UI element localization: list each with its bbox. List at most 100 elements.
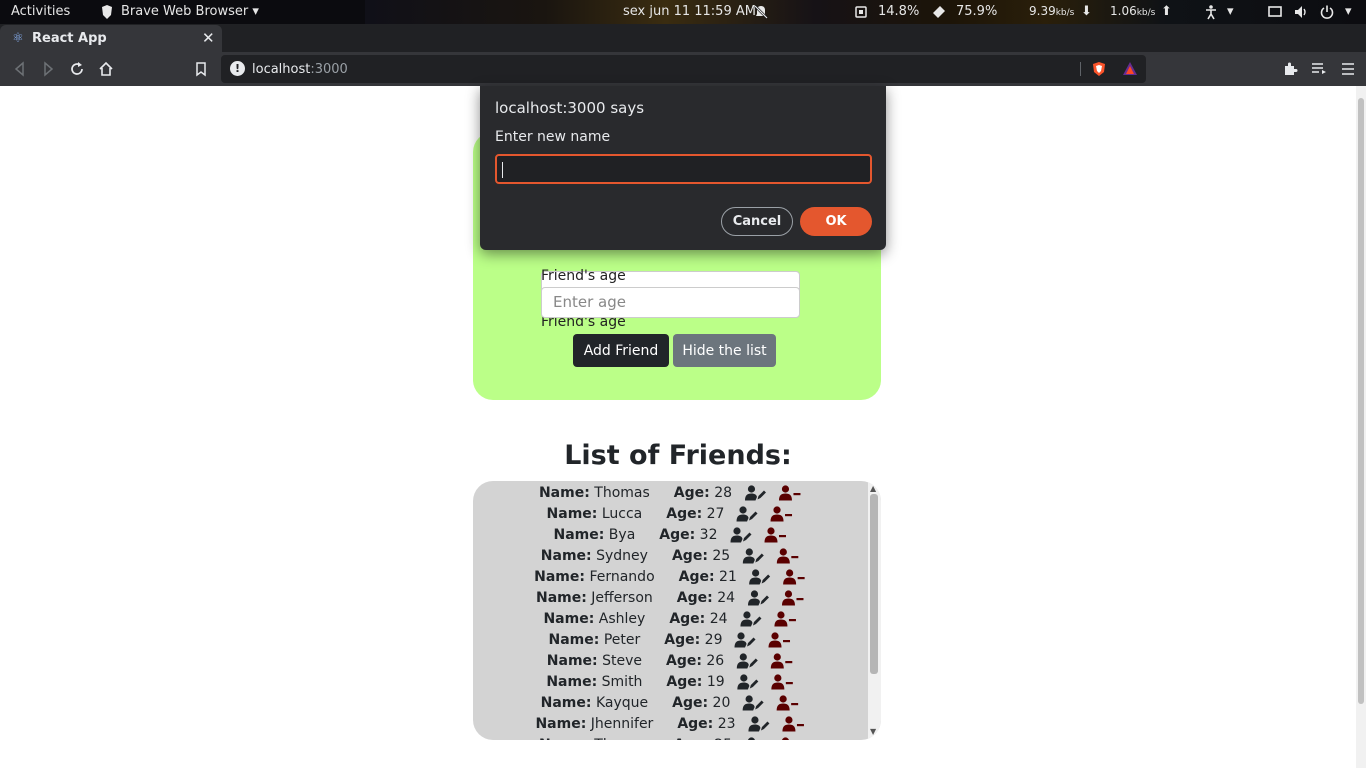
user-edit-icon[interactable] — [742, 548, 764, 564]
friend-age: Age: 28 — [674, 485, 732, 501]
browser-menu-icon[interactable] — [1339, 60, 1357, 78]
download-unit: kb/s — [1055, 8, 1075, 18]
scroll-down-icon[interactable]: ▼ — [870, 727, 876, 736]
user-edit-icon[interactable] — [742, 695, 764, 711]
brave-logo-icon — [99, 4, 115, 20]
ok-button[interactable]: OK — [800, 207, 872, 236]
user-minus-icon[interactable] — [778, 737, 802, 740]
user-edit-icon[interactable] — [749, 569, 771, 585]
user-minus-icon[interactable] — [770, 653, 794, 669]
user-edit-icon[interactable] — [748, 716, 770, 732]
system-menu-icon[interactable]: ▾ — [1345, 4, 1352, 19]
dialog-message: Enter new name — [495, 129, 611, 145]
friend-age-value: 32 — [699, 527, 718, 543]
user-minus-icon[interactable] — [782, 716, 806, 732]
age-placeholder: Enter age — [553, 293, 626, 311]
screen-icon[interactable] — [1267, 4, 1283, 20]
address-bar[interactable]: ! localhost:3000 — [221, 55, 1146, 83]
extensions-icon[interactable] — [1281, 60, 1299, 78]
tab-close-icon[interactable]: ✕ — [202, 29, 215, 47]
friends-list[interactable]: Name: Thomas Age: 28 Name: Lucca Age: 27 Nam… — [473, 481, 881, 740]
react-logo-icon: ⚛ — [12, 31, 24, 46]
friend-age-value: 20 — [712, 695, 731, 711]
list-scrollbar[interactable]: ▲ ▼ — [868, 481, 881, 740]
friend-row-content: Name: Fernando Age: 21 — [534, 569, 807, 585]
app-menu-button[interactable]: Brave Web Browser ▾ — [121, 4, 259, 19]
friend-row-content: Name: Sydney Age: 25 — [541, 548, 800, 564]
user-minus-icon[interactable] — [783, 569, 807, 585]
friend-row-content: Name: Thomas Age: 28 — [539, 485, 802, 501]
age-label: Age: — [669, 611, 706, 627]
age-label: Age: — [674, 737, 710, 740]
user-edit-icon[interactable] — [734, 632, 756, 648]
name-label: Name: — [546, 506, 598, 522]
user-minus-icon[interactable] — [764, 527, 788, 543]
home-icon[interactable] — [97, 60, 115, 78]
accessibility-menu-icon[interactable]: ▾ — [1227, 4, 1234, 19]
app-menu-label: Brave Web Browser — [121, 4, 249, 19]
os-top-bar: Activities Brave Web Browser ▾ sex jun 1… — [0, 0, 1366, 24]
power-icon[interactable] — [1319, 4, 1335, 20]
friend-row-content: Name: Bya Age: 32 — [553, 527, 787, 543]
page-scrollbar[interactable] — [1356, 86, 1366, 768]
text-caret — [502, 162, 503, 178]
new-name-input[interactable] — [495, 154, 872, 184]
user-edit-icon[interactable] — [744, 737, 766, 740]
user-edit-icon[interactable] — [744, 485, 766, 501]
user-minus-icon[interactable] — [774, 611, 798, 627]
user-edit-icon[interactable] — [736, 506, 758, 522]
friend-age-value: 25 — [714, 737, 732, 740]
upload-speed: 1.06kb/s — [1110, 4, 1155, 18]
hide-list-button[interactable]: Hide the list — [673, 334, 776, 367]
user-minus-icon[interactable] — [776, 695, 800, 711]
user-edit-icon[interactable] — [747, 590, 769, 606]
friend-age: Age: 27 — [666, 506, 724, 522]
list-item: Name: Ashley Age: 24 — [473, 609, 868, 630]
friend-age: Age: 23 — [677, 716, 735, 732]
page-scroll-thumb[interactable] — [1358, 98, 1364, 704]
name-label: Name: — [546, 674, 598, 690]
site-info-icon[interactable]: ! — [230, 61, 245, 76]
age-input[interactable]: Enter age — [541, 287, 800, 318]
tab-strip: ⚛ React App ✕ + — ❐ ✕ — [0, 24, 1366, 71]
user-minus-icon[interactable] — [776, 548, 800, 564]
user-edit-icon[interactable] — [736, 653, 758, 669]
friend-name: Name: Smith — [546, 674, 642, 690]
url-text[interactable]: localhost:3000 — [252, 62, 348, 77]
user-edit-icon[interactable] — [740, 611, 762, 627]
volume-icon[interactable] — [1293, 4, 1309, 20]
activities-button[interactable]: Activities — [11, 4, 70, 19]
brave-shields-icon[interactable] — [1091, 61, 1107, 77]
friend-age: Age: 24 — [669, 611, 727, 627]
user-minus-icon[interactable] — [770, 506, 794, 522]
list-item: Name: Jhennifer Age: 23 — [473, 714, 868, 735]
user-minus-icon[interactable] — [781, 590, 805, 606]
back-icon[interactable] — [11, 60, 29, 78]
friend-name-value: Thomas — [594, 737, 650, 740]
user-edit-icon[interactable] — [737, 674, 759, 690]
bookmark-icon[interactable] — [192, 60, 210, 78]
friend-age-value: 21 — [719, 569, 737, 585]
user-edit-icon[interactable] — [730, 527, 752, 543]
user-minus-icon[interactable] — [771, 674, 795, 690]
reload-icon[interactable] — [68, 60, 86, 78]
download-value: 9.39 — [1029, 4, 1056, 18]
cancel-button[interactable]: Cancel — [721, 207, 793, 236]
friend-age-value: 28 — [714, 485, 733, 501]
address-divider — [1080, 62, 1081, 76]
friend-row-content: Name: Kayque Age: 20 — [541, 695, 801, 711]
tab-react-app[interactable]: ⚛ React App ✕ — [0, 25, 222, 52]
accessibility-icon[interactable] — [1203, 4, 1219, 20]
scroll-up-icon[interactable]: ▲ — [870, 484, 876, 493]
media-queue-icon[interactable] — [1310, 60, 1328, 78]
add-friend-button[interactable]: Add Friend — [573, 334, 669, 367]
user-minus-icon[interactable] — [778, 485, 802, 501]
list-scroll-thumb[interactable] — [870, 494, 878, 674]
forward-icon[interactable] — [39, 60, 57, 78]
friend-age-value: 24 — [709, 611, 728, 627]
user-minus-icon[interactable] — [768, 632, 792, 648]
brave-rewards-icon[interactable] — [1122, 61, 1138, 77]
cpu-usage: 14.8% — [878, 4, 920, 19]
clock[interactable]: sex jun 11 11:59 AM — [623, 4, 756, 19]
url-port: :3000 — [310, 62, 348, 77]
